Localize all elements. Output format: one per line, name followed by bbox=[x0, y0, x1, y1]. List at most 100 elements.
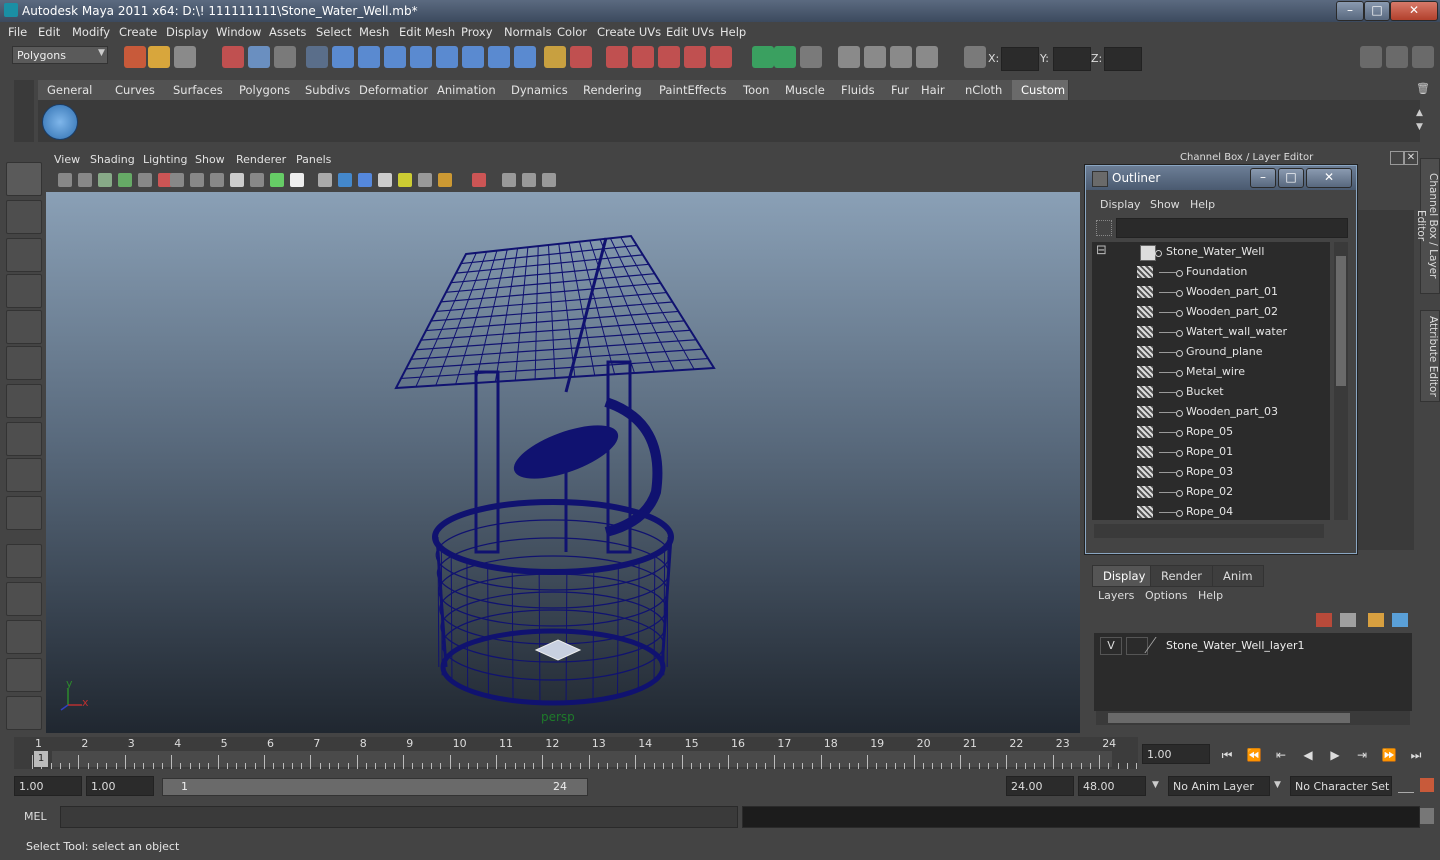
create-empty-layer-icon[interactable] bbox=[1368, 613, 1384, 627]
filter-icon[interactable] bbox=[1096, 220, 1112, 236]
outliner-minimize-button[interactable]: – bbox=[1250, 168, 1276, 188]
create-layer-from-selection-icon[interactable] bbox=[1392, 613, 1408, 627]
shelf-tab-toon[interactable]: Toon bbox=[734, 80, 777, 100]
image-plane-icon[interactable] bbox=[118, 173, 132, 187]
lock-selection-icon[interactable] bbox=[544, 46, 566, 68]
shelf-tab-muscle[interactable]: Muscle bbox=[776, 80, 833, 100]
go-to-end-icon[interactable]: ⏭ bbox=[1405, 745, 1427, 765]
bounding-box-icon[interactable] bbox=[378, 173, 392, 187]
mel-input[interactable] bbox=[60, 806, 738, 828]
snap-view-plane-icon[interactable] bbox=[684, 46, 706, 68]
outliner-item[interactable]: Wooden_part_03 bbox=[1092, 402, 1330, 422]
outliner-horizontal-scrollbar[interactable] bbox=[1094, 524, 1324, 538]
camera-attributes-icon[interactable] bbox=[78, 173, 92, 187]
xray-icon[interactable] bbox=[502, 173, 516, 187]
go-to-start-icon[interactable]: ⏮ bbox=[1216, 745, 1238, 765]
open-scene-icon[interactable] bbox=[148, 46, 170, 68]
textured-icon[interactable] bbox=[398, 173, 412, 187]
layer-menu-layers[interactable]: Layers bbox=[1098, 589, 1134, 602]
menu-select[interactable]: Select bbox=[316, 25, 351, 39]
select-hierarchy-icon[interactable] bbox=[222, 46, 244, 68]
menu-proxy[interactable]: Proxy bbox=[461, 25, 493, 39]
play-backwards-icon[interactable]: ◀ bbox=[1297, 745, 1319, 765]
universal-manipulator-icon[interactable] bbox=[6, 384, 42, 418]
menu-help[interactable]: Help bbox=[720, 25, 746, 39]
shelf-tab-dynamics[interactable]: Dynamics bbox=[502, 80, 575, 100]
viewport-menu-view[interactable]: View bbox=[54, 153, 80, 166]
input-ops-icon[interactable] bbox=[752, 46, 774, 68]
playback-end-field[interactable]: 24.00 bbox=[1006, 776, 1074, 796]
persp-graph-layout-icon[interactable] bbox=[6, 658, 42, 692]
select-tool-icon[interactable] bbox=[6, 162, 42, 196]
current-time-marker[interactable]: 1 bbox=[34, 751, 48, 767]
film-gate-icon[interactable] bbox=[190, 173, 204, 187]
shelf-tab-fur[interactable]: Fur bbox=[882, 80, 913, 100]
safe-action-icon[interactable] bbox=[270, 173, 284, 187]
outliner-menu-show[interactable]: Show bbox=[1150, 198, 1180, 211]
resolution-gate-icon[interactable] bbox=[210, 173, 224, 187]
range-slider[interactable]: 1 24 bbox=[162, 778, 588, 796]
wireframe-icon[interactable] bbox=[318, 173, 332, 187]
layer-horizontal-scrollbar[interactable] bbox=[1096, 711, 1410, 725]
layer-menu-help[interactable]: Help bbox=[1198, 589, 1223, 602]
shelf-tab-animation[interactable]: Animation bbox=[428, 80, 503, 100]
menu-mesh[interactable]: Mesh bbox=[359, 25, 389, 39]
auto-key-icon[interactable] bbox=[1398, 780, 1414, 793]
use-lights-icon[interactable] bbox=[418, 173, 432, 187]
render-view-icon[interactable] bbox=[838, 46, 860, 68]
shelf-tab-subdivs[interactable]: Subdivs bbox=[296, 80, 351, 100]
outliner-menu-display[interactable]: Display bbox=[1100, 198, 1141, 211]
select-rendering-icon[interactable] bbox=[488, 46, 510, 68]
viewport-menu-show[interactable]: Show bbox=[195, 153, 225, 166]
select-object-icon[interactable] bbox=[248, 46, 270, 68]
mel-label[interactable]: MEL bbox=[24, 810, 47, 823]
checkmark-icon[interactable] bbox=[42, 104, 78, 140]
outliner-scroll-thumb[interactable] bbox=[1336, 256, 1346, 386]
four-view-layout-icon[interactable] bbox=[6, 582, 42, 616]
step-forward-frame-icon[interactable]: ⇥ bbox=[1351, 745, 1373, 765]
time-slider[interactable]: 1 2 3 4 5 6 7 8 9 10 11 12 13 14 15 16 17 18 19 20 21 22 23 24 1 bbox=[14, 737, 1138, 769]
step-back-key-icon[interactable]: ⏪ bbox=[1243, 745, 1265, 765]
rotate-tool-icon[interactable] bbox=[6, 310, 42, 344]
menu-create[interactable]: Create bbox=[119, 25, 157, 39]
menu-edit-mesh[interactable]: Edit Mesh bbox=[399, 25, 455, 39]
move-layer-up-icon[interactable] bbox=[1316, 613, 1332, 627]
viewport-menu-panels[interactable]: Panels bbox=[296, 153, 331, 166]
menu-modify[interactable]: Modify bbox=[72, 25, 110, 39]
bookmarks-icon[interactable] bbox=[98, 173, 112, 187]
menu-color[interactable]: Color bbox=[557, 25, 587, 39]
shelf-tab-rendering[interactable]: Rendering bbox=[574, 80, 651, 100]
viewport-menu-lighting[interactable]: Lighting bbox=[143, 153, 187, 166]
minimize-button[interactable]: – bbox=[1336, 1, 1364, 21]
single-perspective-layout-icon[interactable] bbox=[6, 544, 42, 578]
shelf-tab-curves[interactable]: Curves bbox=[106, 80, 165, 100]
menu-assets[interactable]: Assets bbox=[269, 25, 306, 39]
layer-tab-display[interactable]: Display bbox=[1092, 565, 1157, 587]
paint-select-tool-icon[interactable] bbox=[6, 238, 42, 272]
playback-start-field[interactable]: 1.00 bbox=[14, 776, 82, 796]
outliner-root-row[interactable]: ⊟ Stone_Water_Well bbox=[1092, 242, 1330, 262]
outliner-filter-field[interactable] bbox=[1116, 218, 1348, 238]
menu-window[interactable]: Window bbox=[216, 25, 261, 39]
2d-pan-zoom-icon[interactable] bbox=[138, 173, 152, 187]
outliner-maximize-button[interactable]: □ bbox=[1278, 168, 1304, 188]
outliner-item[interactable]: Bucket bbox=[1092, 382, 1330, 402]
xray-joints-icon[interactable] bbox=[522, 173, 536, 187]
lasso-tool-icon[interactable] bbox=[6, 200, 42, 234]
backface-icon[interactable] bbox=[542, 173, 556, 187]
z-field[interactable] bbox=[1104, 47, 1142, 71]
move-layer-down-icon[interactable] bbox=[1340, 613, 1356, 627]
select-component-icon[interactable] bbox=[274, 46, 296, 68]
step-back-frame-icon[interactable]: ⇤ bbox=[1270, 745, 1292, 765]
menu-edit-uvs[interactable]: Edit UVs bbox=[666, 25, 714, 39]
perspective-viewport[interactable]: y x persp bbox=[46, 192, 1080, 733]
layer-menu-options[interactable]: Options bbox=[1145, 589, 1187, 602]
layer-row[interactable]: V Stone_Water_Well_layer1 bbox=[1098, 637, 1404, 655]
outliner-item[interactable]: Rope_02 bbox=[1092, 482, 1330, 502]
step-forward-key-icon[interactable]: ⏩ bbox=[1378, 745, 1400, 765]
transform-mode-icon[interactable] bbox=[964, 46, 986, 68]
toggle-tool-settings-icon[interactable] bbox=[1412, 46, 1434, 68]
animation-start-field[interactable]: 1.00 bbox=[86, 776, 154, 796]
menu-set-dropdown[interactable]: Polygons bbox=[12, 46, 108, 64]
animation-end-field[interactable]: 48.00 bbox=[1078, 776, 1146, 796]
